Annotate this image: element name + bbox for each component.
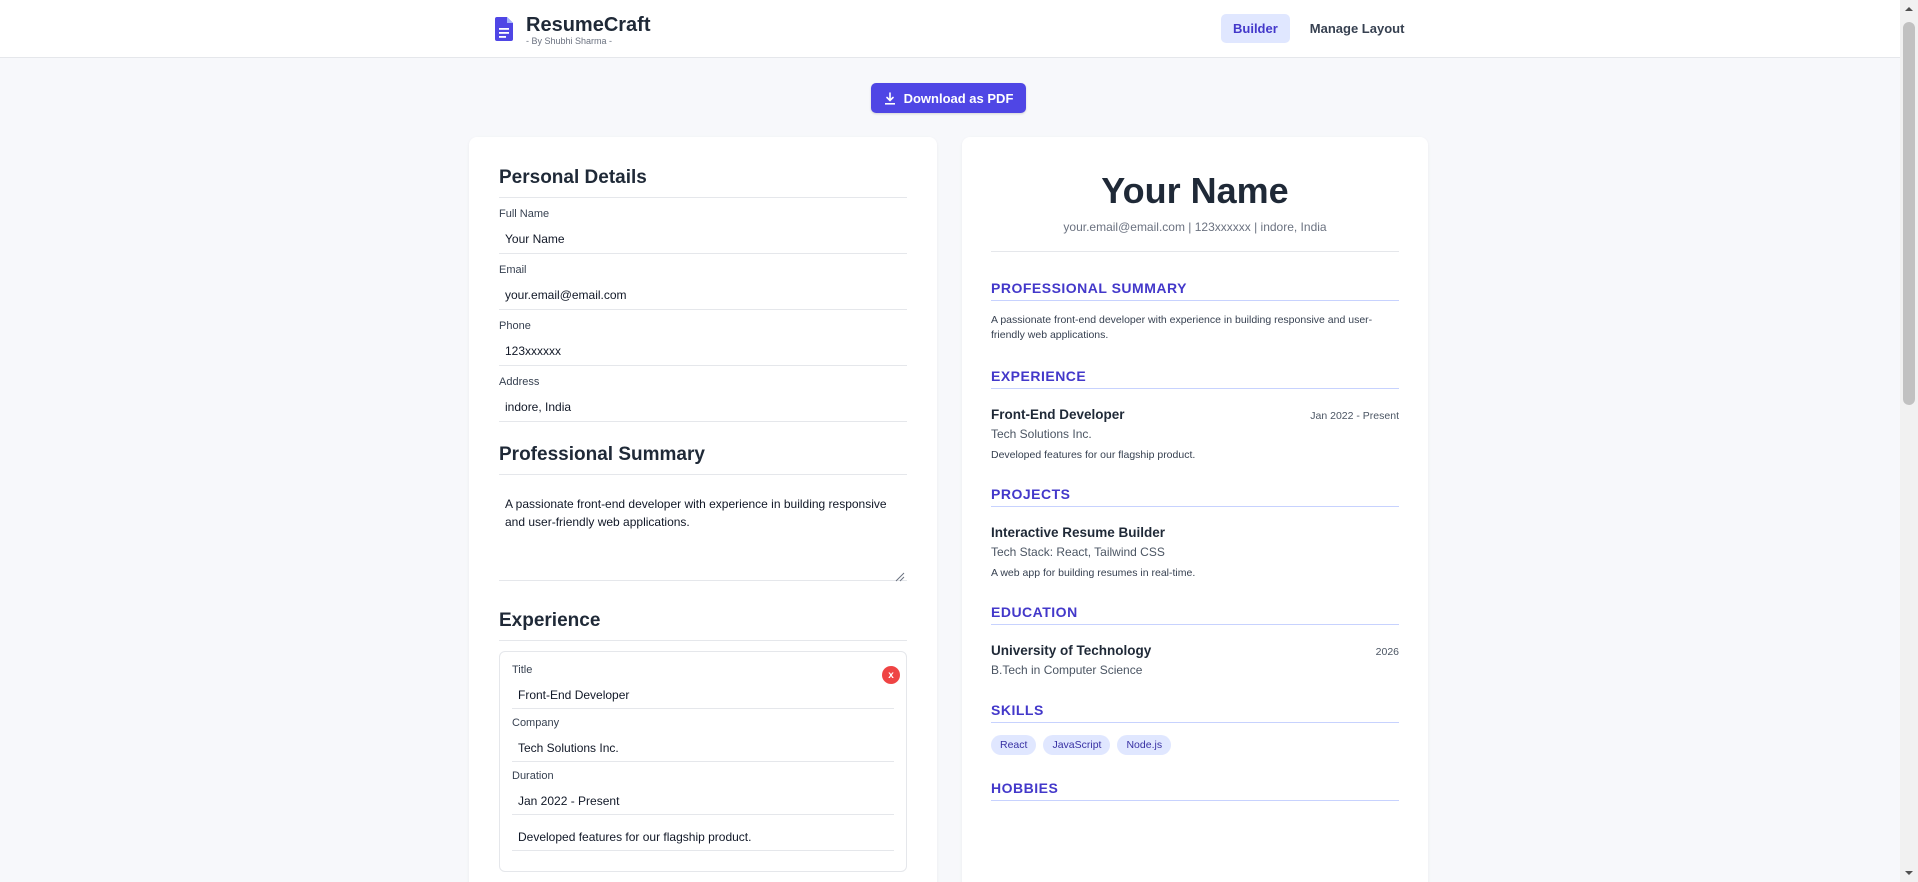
personal-details-heading: Personal Details	[499, 167, 907, 198]
preview-name: Your Name	[1101, 170, 1289, 211]
professional-summary-heading: Professional Summary	[499, 444, 907, 475]
document-icon	[495, 17, 513, 41]
preview-experience-date: Jan 2022 - Present	[1310, 410, 1399, 422]
nav-manage-layout[interactable]: Manage Layout	[1298, 14, 1417, 43]
exp-title-input[interactable]	[512, 681, 894, 709]
exp-description-field	[512, 823, 894, 851]
page-scrollbar[interactable]	[1900, 0, 1918, 882]
preview-education-row: University of Technology 2026	[991, 643, 1399, 658]
scrollbar-thumb[interactable]	[1903, 22, 1915, 405]
resume-preview: Your Name your.email@email.com | 123xxxx…	[962, 137, 1428, 882]
exp-company-label: Company	[512, 717, 560, 729]
preview-experience-company: Tech Solutions Inc.	[991, 427, 1092, 441]
preview-experience-heading: EXPERIENCE	[991, 368, 1399, 389]
address-field: Address	[499, 376, 907, 422]
brand[interactable]: ResumeCraft - By Shubhi Sharma -	[494, 14, 650, 46]
preview-education-school: University of Technology	[991, 643, 1152, 658]
preview-project-row: Interactive Resume Builder	[991, 525, 1399, 540]
brand-title: ResumeCraft	[526, 14, 651, 36]
exp-duration-input[interactable]	[512, 787, 894, 815]
email-field: Email	[499, 264, 907, 310]
preview-experience-row: Front-End Developer Jan 2022 - Present	[991, 407, 1399, 422]
skill-chip: React	[991, 735, 1037, 755]
preview-project-description: A web app for building resumes in real-t…	[991, 567, 1196, 579]
resize-handle-icon[interactable]	[895, 572, 905, 582]
preview-hobbies-heading: HOBBIES	[991, 780, 1399, 801]
email-label: Email	[499, 264, 527, 276]
remove-experience-button[interactable]: x	[882, 666, 900, 684]
preview-projects-heading: PROJECTS	[991, 486, 1399, 507]
main-nav: Builder Manage Layout	[1221, 14, 1416, 43]
brand-subtitle: - By Shubhi Sharma -	[526, 36, 613, 46]
exp-duration-field: Duration	[512, 770, 894, 815]
preview-experience-description: Developed features for our flagship prod…	[991, 449, 1196, 461]
scroll-up-arrow-icon[interactable]	[1904, 4, 1914, 14]
preview-experience-title: Front-End Developer	[991, 407, 1125, 422]
address-input[interactable]	[499, 393, 907, 422]
preview-contact: your.email@email.com | 123xxxxxx | indor…	[991, 220, 1399, 252]
editor-panel: Personal Details Full Name Email Phone A…	[469, 137, 937, 882]
phone-label: Phone	[499, 320, 531, 332]
preview-skills-heading: SKILLS	[991, 702, 1399, 723]
address-label: Address	[499, 376, 540, 388]
preview-summary: A passionate front-end developer with ex…	[991, 314, 1373, 341]
experience-heading: Experience	[499, 610, 907, 641]
exp-duration-label: Duration	[512, 770, 554, 782]
exp-title-field: Title	[512, 664, 894, 709]
full-name-field: Full Name	[499, 208, 907, 254]
preview-skills-list: React JavaScript Node.js	[991, 735, 1399, 755]
full-name-input[interactable]	[499, 225, 907, 254]
preview-education-degree: B.Tech in Computer Science	[991, 663, 1143, 677]
phone-input[interactable]	[499, 337, 907, 366]
preview-project-stack: Tech Stack: React, Tailwind CSS	[991, 545, 1165, 559]
nav-builder[interactable]: Builder	[1221, 14, 1290, 43]
download-pdf-button[interactable]: Download as PDF	[871, 83, 1026, 113]
full-name-label: Full Name	[499, 208, 550, 220]
email-input[interactable]	[499, 281, 907, 310]
experience-entry: x Title Company Duration	[499, 651, 907, 872]
skill-chip: Node.js	[1117, 735, 1172, 755]
exp-title-label: Title	[512, 664, 533, 676]
summary-field: A passionate front-end developer with ex…	[499, 485, 907, 586]
download-pdf-label: Download as PDF	[903, 90, 1014, 106]
top-navbar: ResumeCraft - By Shubhi Sharma - Builder…	[0, 0, 1900, 58]
summary-textarea[interactable]: A passionate front-end developer with ex…	[499, 485, 907, 581]
skill-chip: JavaScript	[1043, 735, 1111, 755]
preview-education-heading: EDUCATION	[991, 604, 1399, 625]
phone-field: Phone	[499, 320, 907, 366]
exp-description-input[interactable]	[512, 823, 894, 851]
preview-summary-heading: PROFESSIONAL SUMMARY	[991, 280, 1399, 301]
download-icon	[884, 91, 895, 105]
scroll-down-arrow-icon[interactable]	[1904, 868, 1914, 878]
preview-education-year: 2026	[1375, 646, 1399, 658]
exp-company-field: Company	[512, 717, 894, 762]
preview-project-title: Interactive Resume Builder	[991, 525, 1166, 540]
exp-company-input[interactable]	[512, 734, 894, 762]
